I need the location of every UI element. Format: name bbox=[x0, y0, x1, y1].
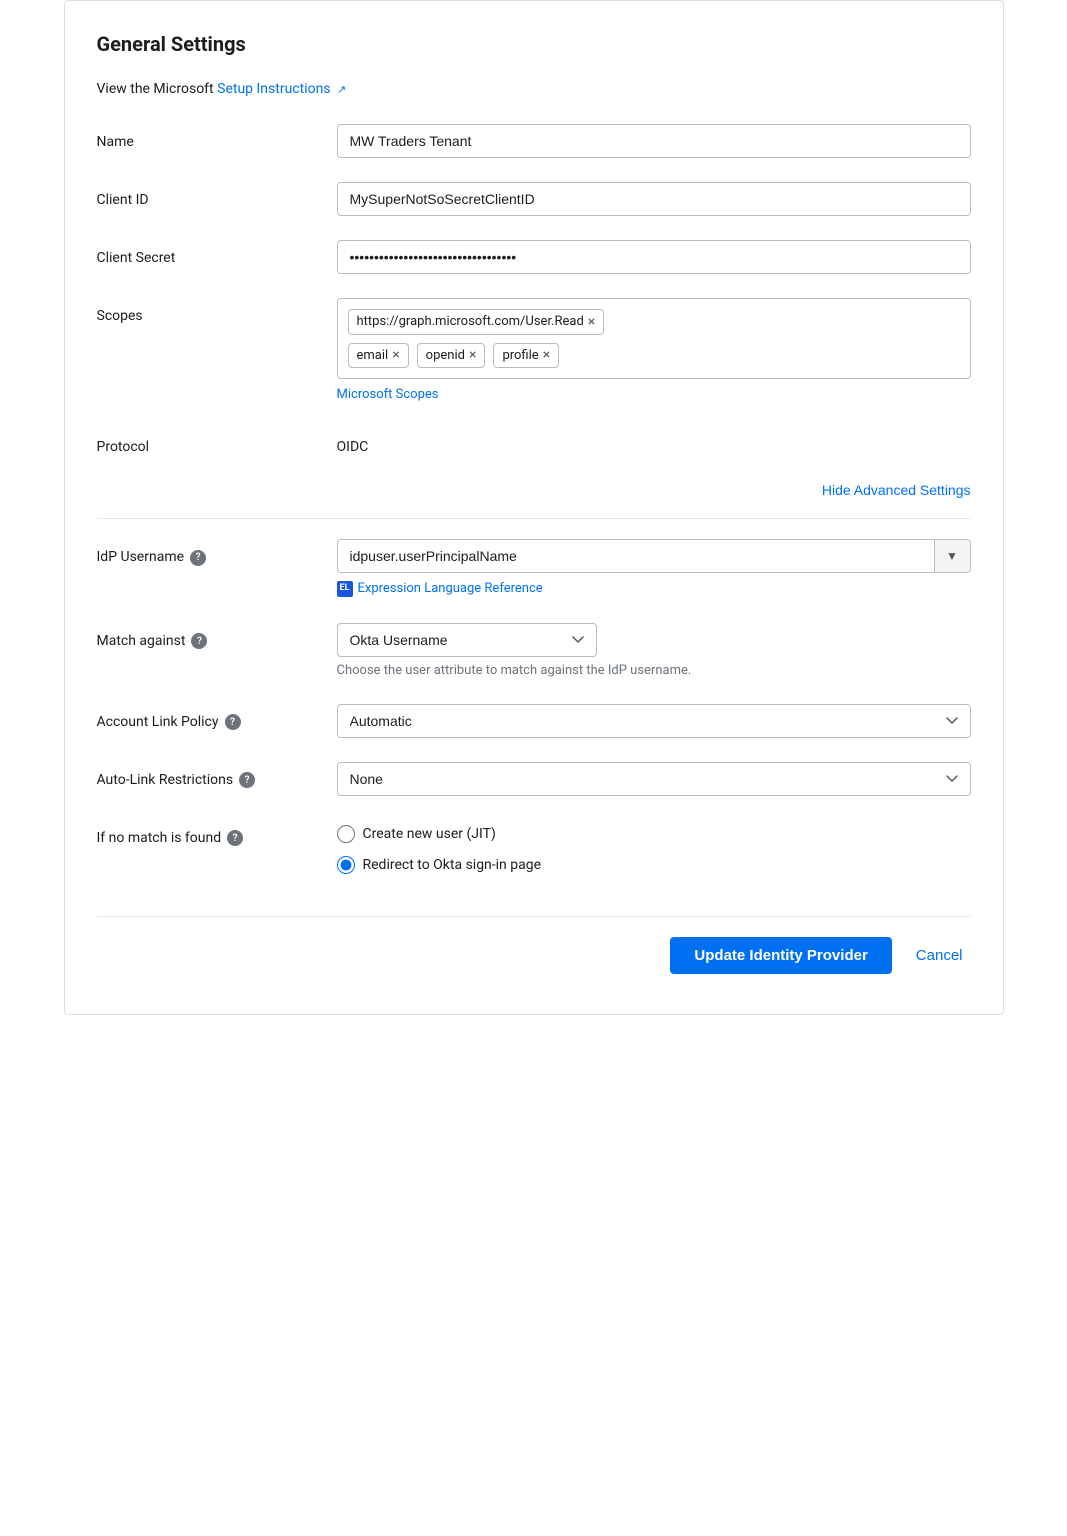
setup-instructions-row: View the Microsoft Setup Instructions ↗ bbox=[97, 79, 971, 100]
client-secret-input[interactable] bbox=[337, 240, 971, 274]
name-field-row: Name bbox=[97, 124, 971, 158]
setup-instructions-prefix: View the Microsoft bbox=[97, 81, 214, 97]
scope-tag-graph: https://graph.microsoft.com/User.Read × bbox=[348, 309, 605, 335]
scopes-line2: email × openid × profile × bbox=[348, 341, 960, 371]
match-against-label: Match against ? bbox=[97, 623, 337, 652]
name-input-wrap bbox=[337, 124, 971, 158]
setup-instructions-link[interactable]: Setup Instructions ↗ bbox=[217, 81, 346, 97]
client-id-input-wrap bbox=[337, 182, 971, 216]
auto-link-restrictions-field-row: Auto-Link Restrictions ? None Any group bbox=[97, 762, 971, 796]
no-match-jit-label: Create new user (JIT) bbox=[363, 824, 496, 845]
divider bbox=[97, 518, 971, 519]
scope-tag-label: profile bbox=[502, 346, 538, 366]
external-link-icon: ↗ bbox=[337, 83, 346, 96]
scope-tag-openid: openid × bbox=[417, 343, 486, 369]
match-against-field-row: Match against ? Okta Username Email Logi… bbox=[97, 623, 971, 680]
scopes-label: Scopes bbox=[97, 298, 337, 327]
footer-actions: Update Identity Provider Cancel bbox=[97, 916, 971, 974]
cancel-button[interactable]: Cancel bbox=[908, 937, 971, 974]
client-id-input[interactable] bbox=[337, 182, 971, 216]
account-link-policy-field-row: Account Link Policy ? Automatic Disabled bbox=[97, 704, 971, 738]
scope-remove-icon[interactable]: × bbox=[543, 348, 550, 362]
no-match-jit-option[interactable]: Create new user (JIT) bbox=[337, 824, 971, 845]
no-match-redirect-label: Redirect to Okta sign-in page bbox=[363, 855, 542, 876]
account-link-policy-input-wrap: Automatic Disabled bbox=[337, 704, 971, 738]
protocol-value-wrap: OIDC bbox=[337, 429, 971, 458]
microsoft-scopes-link[interactable]: Microsoft Scopes bbox=[337, 385, 439, 405]
client-secret-field-row: Client Secret bbox=[97, 240, 971, 274]
expression-language-icon: EL bbox=[337, 581, 353, 597]
account-link-policy-help-icon[interactable]: ? bbox=[225, 714, 241, 730]
protocol-value: OIDC bbox=[337, 429, 971, 458]
match-against-input-wrap: Okta Username Email Login Choose the use… bbox=[337, 623, 971, 680]
no-match-redirect-radio[interactable] bbox=[337, 856, 355, 874]
scope-tag-label: email bbox=[357, 346, 389, 366]
no-match-redirect-option[interactable]: Redirect to Okta sign-in page bbox=[337, 855, 971, 876]
name-label: Name bbox=[97, 124, 337, 153]
client-id-field-row: Client ID bbox=[97, 182, 971, 216]
idp-username-input[interactable] bbox=[338, 540, 934, 572]
no-match-jit-radio[interactable] bbox=[337, 825, 355, 843]
match-against-select[interactable]: Okta Username Email Login bbox=[337, 623, 597, 657]
protocol-field-row: Protocol OIDC bbox=[97, 429, 971, 458]
idp-username-field: ▼ bbox=[337, 539, 971, 573]
auto-link-restrictions-help-icon[interactable]: ? bbox=[239, 772, 255, 788]
scopes-line1: https://graph.microsoft.com/User.Read × bbox=[348, 307, 960, 337]
no-match-help-icon[interactable]: ? bbox=[227, 830, 243, 846]
scope-remove-icon[interactable]: × bbox=[588, 315, 595, 329]
auto-link-restrictions-select[interactable]: None Any group bbox=[337, 762, 971, 796]
no-match-radio-group: Create new user (JIT) Redirect to Okta s… bbox=[337, 820, 971, 876]
client-id-label: Client ID bbox=[97, 182, 337, 211]
idp-username-field-row: IdP Username ? ▼ EL Expression Language … bbox=[97, 539, 971, 599]
match-against-help-icon[interactable]: ? bbox=[191, 633, 207, 649]
scope-remove-icon[interactable]: × bbox=[392, 348, 399, 362]
account-link-policy-select[interactable]: Automatic Disabled bbox=[337, 704, 971, 738]
scope-remove-icon[interactable]: × bbox=[469, 348, 476, 362]
scopes-input-wrap: https://graph.microsoft.com/User.Read × … bbox=[337, 298, 971, 405]
client-secret-label: Client Secret bbox=[97, 240, 337, 269]
no-match-label: If no match is found ? bbox=[97, 820, 337, 849]
match-against-select-wrap: Okta Username Email Login bbox=[337, 623, 597, 657]
client-secret-input-wrap bbox=[337, 240, 971, 274]
scopes-field-row: Scopes https://graph.microsoft.com/User.… bbox=[97, 298, 971, 405]
no-match-field-row: If no match is found ? Create new user (… bbox=[97, 820, 971, 876]
idp-username-dropdown-button[interactable]: ▼ bbox=[934, 540, 970, 572]
match-against-hint: Choose the user attribute to match again… bbox=[337, 662, 971, 680]
auto-link-restrictions-label: Auto-Link Restrictions ? bbox=[97, 762, 337, 791]
account-link-policy-label: Account Link Policy ? bbox=[97, 704, 337, 733]
update-identity-provider-button[interactable]: Update Identity Provider bbox=[670, 937, 891, 974]
name-input[interactable] bbox=[337, 124, 971, 158]
auto-link-restrictions-input-wrap: None Any group bbox=[337, 762, 971, 796]
hide-advanced-settings-button[interactable]: Hide Advanced Settings bbox=[822, 482, 971, 498]
idp-username-input-wrap: ▼ EL Expression Language Reference bbox=[337, 539, 971, 599]
idp-username-help-icon[interactable]: ? bbox=[190, 550, 206, 566]
no-match-options-wrap: Create new user (JIT) Redirect to Okta s… bbox=[337, 820, 971, 876]
advanced-toggle-row: Hide Advanced Settings bbox=[97, 482, 971, 498]
expression-language-reference-link[interactable]: EL Expression Language Reference bbox=[337, 579, 543, 599]
scope-tag-email: email × bbox=[348, 343, 409, 369]
scopes-box[interactable]: https://graph.microsoft.com/User.Read × … bbox=[337, 298, 971, 379]
page-title: General Settings bbox=[97, 29, 971, 59]
scope-tag-label: openid bbox=[426, 346, 465, 366]
protocol-label: Protocol bbox=[97, 429, 337, 458]
scope-tag-label: https://graph.microsoft.com/User.Read bbox=[357, 312, 584, 332]
idp-username-label: IdP Username ? bbox=[97, 539, 337, 568]
scope-tag-profile: profile × bbox=[493, 343, 559, 369]
